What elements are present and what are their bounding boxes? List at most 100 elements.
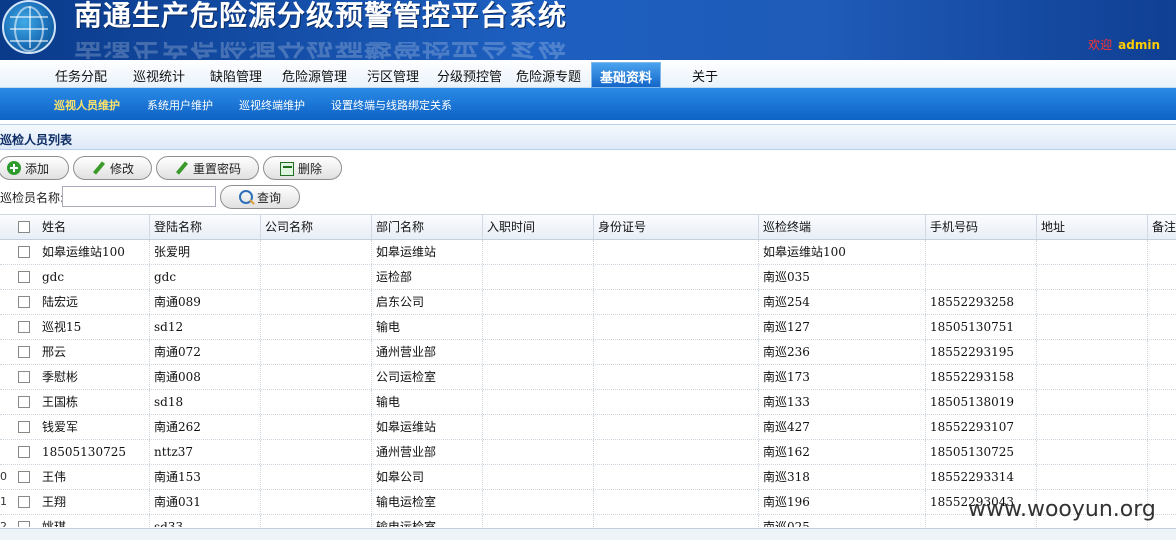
header-banner: 南通生产危险源分级预警管控平台系统 南通生产危险源分级预警管控平台系统 欢迎 ad…	[0, 0, 1176, 60]
tab-patrol-stats[interactable]: 巡视统计	[133, 66, 185, 85]
table-row[interactable]: gdc gdc 运检部 南巡035	[0, 265, 1176, 290]
table-cell: 如皋运维站100	[38, 240, 150, 264]
subnav-system-users[interactable]: 系统用户维护	[147, 97, 213, 113]
table-cell: 18552293314	[926, 465, 1037, 489]
table-cell: nttz37	[150, 440, 261, 464]
delete-icon	[280, 161, 294, 176]
column-header[interactable]: 姓名	[38, 215, 150, 239]
tab-hazard-topic[interactable]: 危险源专题	[516, 66, 581, 85]
table-cell	[261, 240, 372, 264]
row-checkbox[interactable]	[18, 271, 30, 283]
tab-hazard-mgmt[interactable]: 危险源管理	[282, 66, 347, 85]
table-cell	[483, 465, 594, 489]
column-header[interactable]: 身份证号	[594, 215, 759, 239]
select-all-checkbox[interactable]	[18, 221, 30, 233]
tab-defect-mgmt[interactable]: 缺陷管理	[210, 66, 262, 85]
table-cell	[1148, 340, 1176, 364]
row-checkbox[interactable]	[18, 446, 30, 458]
column-header[interactable]: 手机号码	[926, 215, 1037, 239]
table-cell	[261, 265, 372, 289]
table-cell: 18505130751	[926, 315, 1037, 339]
pencil-icon	[92, 161, 106, 175]
table-cell	[594, 290, 759, 314]
table-cell	[1148, 290, 1176, 314]
search-button[interactable]: 查询	[220, 185, 300, 209]
table-cell	[483, 440, 594, 464]
table-cell: sd18	[150, 390, 261, 414]
add-button[interactable]: 添加	[0, 156, 69, 180]
table-cell	[1037, 415, 1148, 439]
table-cell: 如皋公司	[372, 465, 483, 489]
tab-basic-data[interactable]: 基础资料	[591, 62, 662, 88]
welcome-text: 欢迎	[1088, 38, 1113, 52]
delete-button[interactable]: 删除	[263, 156, 342, 180]
table-cell: 南巡318	[759, 465, 926, 489]
table-cell	[261, 340, 372, 364]
tab-about[interactable]: 关于	[692, 66, 718, 85]
row-checkbox[interactable]	[18, 296, 30, 308]
column-header[interactable]: 部门名称	[372, 215, 483, 239]
table-row[interactable]: 陆宏远 南通089 启东公司 南巡254 18552293258	[0, 290, 1176, 315]
app-title: 南通生产危险源分级预警管控平台系统	[74, 0, 568, 32]
row-checkbox[interactable]	[18, 346, 30, 358]
table-cell: 王国栋	[38, 390, 150, 414]
table-cell	[1037, 240, 1148, 264]
table-cell	[1148, 440, 1176, 464]
row-checkbox[interactable]	[18, 396, 30, 408]
table-cell: 南巡427	[759, 415, 926, 439]
add-button-label: 添加	[25, 161, 50, 176]
reset-password-button[interactable]: 重置密码	[156, 156, 259, 180]
row-checkbox[interactable]	[18, 421, 30, 433]
column-header[interactable]: 公司名称	[261, 215, 372, 239]
table-cell	[1037, 290, 1148, 314]
table-row[interactable]: 钱爱军 南通262 如皋运维站 南巡427 18552293107	[0, 415, 1176, 440]
table-cell	[1037, 365, 1148, 389]
table-row[interactable]: 巡视15 sd12 输电 南巡127 18505130751	[0, 315, 1176, 340]
tab-task-assign[interactable]: 任务分配	[55, 66, 107, 85]
table-row[interactable]: 季慰彬 南通008 公司运检室 南巡173 18552293158	[0, 365, 1176, 390]
table-row[interactable]: 18505130725 nttz37 通州营业部 南巡162 18505130725	[0, 440, 1176, 465]
column-header[interactable]: 巡检终端	[759, 215, 926, 239]
row-checkbox[interactable]	[18, 321, 30, 333]
table-cell: 钱爱军	[38, 415, 150, 439]
magnifier-icon	[239, 190, 253, 204]
row-checkbox[interactable]	[18, 521, 30, 527]
table-row[interactable]: 邢云 南通072 通州营业部 南巡236 18552293195	[0, 340, 1176, 365]
table-cell: 18505138019	[926, 390, 1037, 414]
table-cell: 姚琪	[38, 515, 150, 527]
table-cell: 公司运检室	[372, 365, 483, 389]
table-cell: 输电运检室	[372, 515, 483, 527]
subnav-terminal-line-binding[interactable]: 设置终端与线路绑定关系	[331, 97, 452, 113]
row-checkbox[interactable]	[18, 496, 30, 508]
table-cell	[594, 340, 759, 364]
panel-title: 巡检人员列表	[0, 133, 73, 147]
table-cell	[1148, 315, 1176, 339]
column-header[interactable]: 备注	[1148, 215, 1176, 239]
inspector-name-input[interactable]	[62, 186, 216, 207]
username-link[interactable]: admin	[1118, 38, 1160, 52]
tab-grading-control[interactable]: 分级预控管	[437, 66, 502, 85]
column-header[interactable]: 登陆名称	[150, 215, 261, 239]
edit-button-label: 修改	[110, 161, 135, 176]
table-row[interactable]: 王国栋 sd18 输电 南巡133 18505138019	[0, 390, 1176, 415]
table-row[interactable]: 0 王伟 南通153 如皋公司 南巡318 18552293314	[0, 465, 1176, 490]
reset-password-button-label: 重置密码	[193, 161, 242, 176]
panel-header: 巡检人员列表	[0, 124, 1176, 150]
row-checkbox[interactable]	[18, 246, 30, 258]
pencil-icon	[175, 161, 189, 175]
tab-pollution-mgmt[interactable]: 污区管理	[367, 66, 419, 85]
subnav-patrol-terminals[interactable]: 巡视终端维护	[239, 97, 305, 113]
subnav-patrol-staff[interactable]: 巡视人员维护	[54, 97, 120, 113]
table-cell: 启东公司	[372, 290, 483, 314]
table-row[interactable]: 如皋运维站100 张爱明 如皋运维站 如皋运维站100	[0, 240, 1176, 265]
table-cell	[594, 465, 759, 489]
edit-button[interactable]: 修改	[73, 156, 152, 180]
table-cell: 18552293195	[926, 340, 1037, 364]
row-checkbox[interactable]	[18, 371, 30, 383]
column-header[interactable]: 地址	[1037, 215, 1148, 239]
row-checkbox[interactable]	[18, 471, 30, 483]
table-cell: 运检部	[372, 265, 483, 289]
table-cell	[261, 365, 372, 389]
column-header[interactable]: 入职时间	[483, 215, 594, 239]
table-header-row: 姓名 登陆名称 公司名称 部门名称 入职时间 身份证号 巡检终端 手机号码 地址…	[0, 215, 1176, 240]
